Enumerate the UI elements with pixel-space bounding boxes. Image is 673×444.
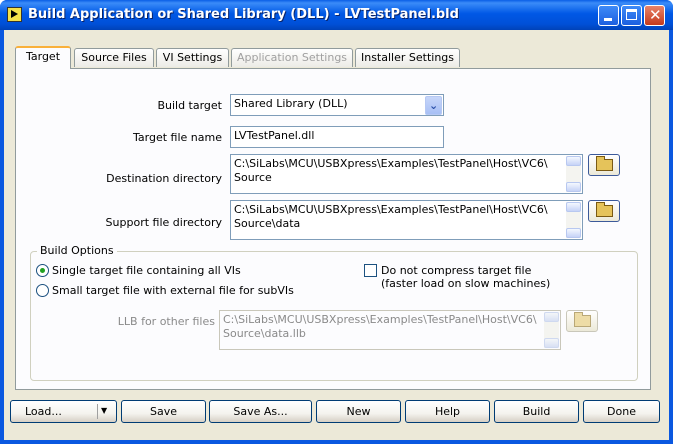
llb-directory-input: C:\SiLabs\MCU\USBXpress\Examples\TestPan… bbox=[219, 310, 561, 350]
maximize-icon bbox=[626, 9, 637, 20]
build-options-title: Build Options bbox=[37, 244, 117, 257]
window-title: Build Application or Shared Library (DLL… bbox=[28, 7, 459, 22]
tab-label: VI Settings bbox=[162, 51, 223, 64]
tab-label: Installer Settings bbox=[360, 51, 455, 64]
bottom-button-bar: Load... ▼ Save Save As... New Help Build… bbox=[4, 390, 669, 440]
vertical-scrollbar[interactable] bbox=[566, 202, 581, 238]
folder-icon bbox=[574, 312, 591, 327]
vertical-scrollbar bbox=[544, 312, 559, 348]
no-compress-label-line1: Do not compress target file bbox=[381, 264, 532, 277]
save-button[interactable]: Save bbox=[121, 400, 206, 423]
minimize-button[interactable] bbox=[598, 5, 619, 26]
close-icon: ✕ bbox=[649, 6, 662, 24]
build-target-value: Shared Library (DLL) bbox=[234, 97, 348, 110]
labview-app-icon bbox=[7, 7, 22, 22]
scroll-up-button[interactable] bbox=[566, 202, 581, 212]
target-file-name-label: Target file name bbox=[133, 131, 222, 144]
llb-label: LLB for other files bbox=[117, 315, 215, 328]
done-button[interactable]: Done bbox=[583, 400, 660, 423]
scroll-down-button[interactable] bbox=[566, 182, 581, 192]
tab-target[interactable]: Target bbox=[15, 46, 71, 69]
llb-line1: C:\SiLabs\MCU\USBXpress\Examples\TestPan… bbox=[223, 313, 537, 326]
load-split-button[interactable]: Load... ▼ bbox=[10, 400, 117, 423]
scroll-down-button bbox=[544, 338, 559, 348]
build-button[interactable]: Build bbox=[494, 400, 579, 423]
tab-label: Application Settings bbox=[236, 51, 348, 64]
llb-line2: Source\data.llb bbox=[223, 327, 306, 340]
save-as-button-label: Save As... bbox=[233, 405, 288, 418]
save-as-button[interactable]: Save As... bbox=[209, 400, 312, 423]
no-compress-label-line2: (faster load on slow machines) bbox=[381, 277, 551, 290]
dialog-window: Build Application or Shared Library (DLL… bbox=[0, 0, 673, 444]
target-file-name-input[interactable]: LVTestPanel.dll bbox=[230, 126, 444, 148]
destination-directory-label: Destination directory bbox=[106, 172, 222, 185]
small-target-label: Small target file with external file for… bbox=[52, 284, 294, 297]
help-button-label: Help bbox=[434, 405, 461, 418]
support-directory-line1: C:\SiLabs\MCU\USBXpress\Examples\TestPan… bbox=[234, 203, 548, 216]
browse-support-button[interactable] bbox=[588, 200, 620, 222]
build-target-dropdown[interactable]: Shared Library (DLL) ⌄ bbox=[230, 94, 444, 116]
load-button-label: Load... bbox=[25, 405, 62, 418]
build-target-label: Build target bbox=[157, 99, 222, 112]
title-bar[interactable]: Build Application or Shared Library (DLL… bbox=[0, 0, 673, 30]
save-button-label: Save bbox=[149, 405, 177, 418]
new-button[interactable]: New bbox=[316, 400, 401, 423]
tab-installer-settings[interactable]: Installer Settings bbox=[355, 48, 460, 67]
build-button-label: Build bbox=[522, 405, 551, 418]
close-button[interactable]: ✕ bbox=[644, 5, 665, 26]
split-divider bbox=[97, 404, 98, 419]
target-file-name-value: LVTestPanel.dll bbox=[234, 129, 315, 142]
folder-icon bbox=[596, 202, 613, 217]
scroll-up-button[interactable] bbox=[566, 156, 581, 166]
single-target-radio[interactable] bbox=[36, 264, 49, 277]
help-button[interactable]: Help bbox=[405, 400, 490, 423]
single-target-label: Single target file containing all VIs bbox=[52, 264, 241, 277]
tab-source-files[interactable]: Source Files bbox=[74, 48, 154, 67]
tab-vi-settings[interactable]: VI Settings bbox=[156, 48, 229, 67]
dropdown-arrow-icon[interactable]: ▼ bbox=[101, 406, 107, 416]
new-button-label: New bbox=[346, 405, 371, 418]
folder-icon bbox=[596, 156, 613, 171]
browse-destination-button[interactable] bbox=[588, 154, 620, 176]
maximize-button[interactable] bbox=[621, 5, 642, 26]
support-directory-line2: Source\data bbox=[234, 217, 301, 230]
scroll-up-button bbox=[544, 312, 559, 322]
destination-directory-line2: Source bbox=[234, 171, 272, 184]
destination-directory-input[interactable]: C:\SiLabs\MCU\USBXpress\Examples\TestPan… bbox=[230, 154, 583, 194]
tab-label: Source Files bbox=[81, 51, 147, 64]
support-file-directory-label: Support file directory bbox=[105, 216, 222, 229]
no-compress-checkbox[interactable] bbox=[364, 264, 377, 277]
done-button-label: Done bbox=[607, 405, 636, 418]
dialog-client-area: Target Source Files VI Settings Applicat… bbox=[4, 30, 669, 440]
small-target-radio[interactable] bbox=[36, 284, 49, 297]
scroll-down-button[interactable] bbox=[566, 228, 581, 238]
tab-label: Target bbox=[25, 50, 61, 63]
build-options-group: Build Options Single target file contain… bbox=[30, 244, 638, 381]
minimize-icon bbox=[604, 18, 612, 21]
dropdown-arrow-button[interactable]: ⌄ bbox=[425, 96, 442, 115]
chevron-down-icon: ⌄ bbox=[429, 99, 439, 112]
browse-llb-button bbox=[566, 310, 598, 332]
tab-application-settings: Application Settings bbox=[231, 48, 353, 67]
destination-directory-line1: C:\SiLabs\MCU\USBXpress\Examples\TestPan… bbox=[234, 157, 548, 170]
vertical-scrollbar[interactable] bbox=[566, 156, 581, 192]
support-file-directory-input[interactable]: C:\SiLabs\MCU\USBXpress\Examples\TestPan… bbox=[230, 200, 583, 240]
